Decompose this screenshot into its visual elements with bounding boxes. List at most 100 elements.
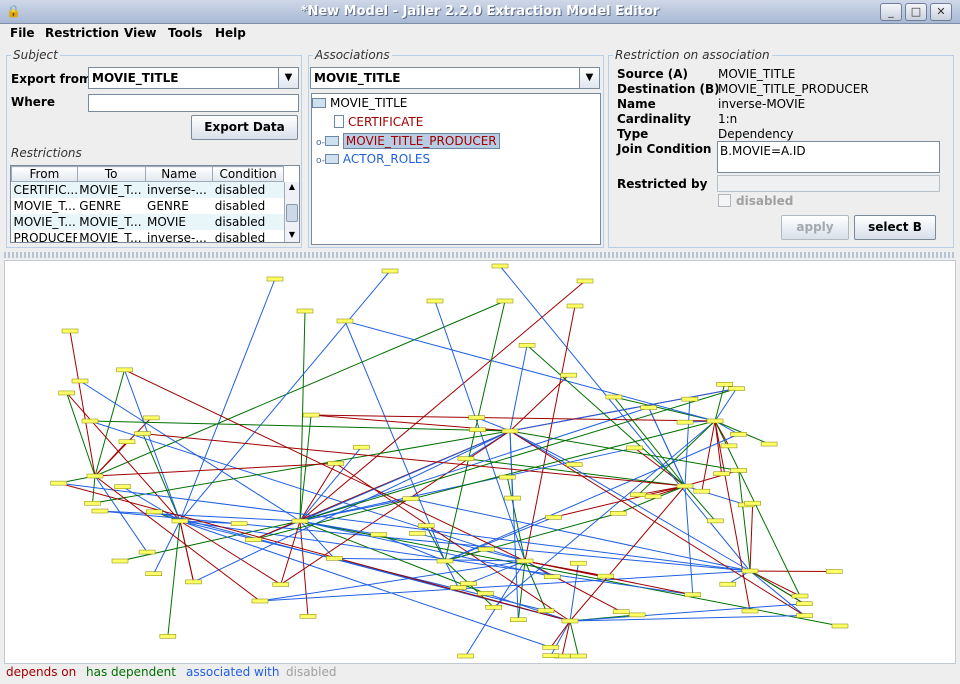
- graph-node[interactable]: [469, 427, 486, 432]
- graph-node[interactable]: [516, 558, 534, 564]
- table-row[interactable]: PRODUCER MOVIE_T... inverse-... disabled: [12, 230, 284, 243]
- graph-node[interactable]: [91, 508, 109, 514]
- menu-tools[interactable]: Tools: [168, 26, 202, 40]
- graph-node[interactable]: [744, 500, 761, 506]
- graph-node[interactable]: [81, 418, 99, 424]
- expand-icon[interactable]: o-: [316, 138, 325, 148]
- graph-node[interactable]: [460, 581, 477, 586]
- graph-node[interactable]: [171, 518, 189, 524]
- graph-node[interactable]: [565, 462, 583, 467]
- graph-node[interactable]: [436, 558, 454, 564]
- menu-file[interactable]: File: [10, 26, 35, 40]
- graph-node[interactable]: [116, 367, 133, 373]
- association-graph[interactable]: [4, 260, 956, 664]
- table-row[interactable]: MOVIE_T... GENRE GENRE disabled: [12, 198, 284, 214]
- graph-node[interactable]: [118, 439, 136, 445]
- graph-node[interactable]: [504, 495, 521, 501]
- graph-node[interactable]: [570, 653, 587, 659]
- graph-node[interactable]: [71, 378, 89, 384]
- splitter[interactable]: [4, 252, 956, 258]
- graph-node[interactable]: [831, 623, 849, 629]
- graph-node[interactable]: [327, 461, 345, 466]
- graph-node[interactable]: [560, 372, 577, 378]
- graph-node[interactable]: [676, 483, 694, 489]
- join-condition-field[interactable]: B.MOVIE=A.ID: [717, 141, 940, 173]
- graph-node[interactable]: [417, 523, 435, 528]
- graph-node[interactable]: [741, 608, 759, 614]
- graph-node[interactable]: [426, 298, 444, 304]
- minimize-icon[interactable]: _: [880, 3, 902, 21]
- graph-node[interactable]: [795, 601, 813, 606]
- graph-node[interactable]: [145, 571, 162, 577]
- graph-node[interactable]: [741, 568, 759, 574]
- graph-node[interactable]: [628, 612, 646, 618]
- graph-node[interactable]: [491, 263, 509, 269]
- graph-node[interactable]: [353, 444, 370, 450]
- scroll-up-icon[interactable]: ▲: [285, 182, 299, 194]
- export-data-button[interactable]: Export Data: [191, 115, 298, 140]
- graph-node[interactable]: [597, 573, 614, 579]
- graph-node[interactable]: [381, 268, 399, 274]
- graph-node[interactable]: [644, 494, 662, 499]
- maximize-icon[interactable]: □: [905, 3, 927, 21]
- graph-node[interactable]: [566, 303, 584, 309]
- graph-node[interactable]: [50, 480, 68, 486]
- tree-node-actor-roles[interactable]: o- ACTOR_ROLES: [316, 152, 430, 166]
- graph-node[interactable]: [266, 276, 284, 282]
- graph-node[interactable]: [299, 614, 317, 619]
- menu-view[interactable]: View: [124, 26, 156, 40]
- graph-node[interactable]: [537, 608, 555, 613]
- table-row[interactable]: MOVIE_T... MOVIE_T... MOVIE disabled: [11, 213, 284, 230]
- graph-node[interactable]: [61, 328, 79, 334]
- graph-node[interactable]: [760, 441, 778, 447]
- scroll-down-icon[interactable]: ▼: [285, 230, 299, 242]
- col-condition[interactable]: Condition: [212, 166, 284, 182]
- graph-node[interactable]: [272, 582, 290, 587]
- graph-node[interactable]: [544, 574, 561, 579]
- graph-node[interactable]: [684, 592, 702, 597]
- graph-node[interactable]: [576, 278, 594, 284]
- graph-node[interactable]: [146, 509, 163, 515]
- graph-node[interactable]: [477, 591, 494, 596]
- export-from-combo[interactable]: MOVIE_TITLE ▼: [88, 67, 299, 89]
- graph-node[interactable]: [245, 537, 262, 542]
- table-row[interactable]: CERTIFIC... MOVIE_T... inverse-... disabled: [11, 181, 284, 198]
- menu-help[interactable]: Help: [215, 26, 246, 40]
- graph-node[interactable]: [730, 432, 747, 437]
- graph-node[interactable]: [510, 617, 527, 623]
- graph-node[interactable]: [730, 468, 747, 473]
- col-from[interactable]: From: [11, 166, 78, 182]
- graph-node[interactable]: [676, 419, 694, 425]
- graph-node[interactable]: [402, 496, 420, 501]
- graph-node[interactable]: [478, 546, 495, 552]
- graph-node[interactable]: [84, 500, 101, 506]
- graph-node[interactable]: [570, 560, 587, 566]
- graph-node[interactable]: [138, 549, 156, 555]
- graph-node[interactable]: [409, 531, 426, 536]
- graph-node[interactable]: [450, 585, 467, 590]
- graph-node[interactable]: [114, 484, 131, 489]
- graph-node[interactable]: [693, 488, 711, 494]
- restricted-by-field[interactable]: [717, 175, 940, 192]
- graph-node[interactable]: [605, 394, 623, 400]
- graph-node[interactable]: [518, 342, 536, 348]
- graph-node[interactable]: [796, 613, 813, 618]
- table-scrollbar[interactable]: ▲ ▼: [284, 182, 299, 242]
- graph-node[interactable]: [716, 381, 733, 387]
- graph-node[interactable]: [501, 428, 519, 434]
- graph-node[interactable]: [561, 618, 579, 624]
- graph-node[interactable]: [630, 492, 647, 497]
- graph-node[interactable]: [542, 645, 560, 650]
- graph-node[interactable]: [610, 511, 627, 516]
- graph-node[interactable]: [457, 456, 475, 461]
- graph-node[interactable]: [111, 558, 129, 564]
- graph-node[interactable]: [326, 556, 343, 561]
- graph-node[interactable]: [58, 390, 75, 396]
- graph-node[interactable]: [457, 653, 474, 659]
- expand-icon[interactable]: o-: [316, 156, 325, 166]
- graph-node[interactable]: [612, 609, 630, 614]
- graph-node[interactable]: [791, 593, 809, 599]
- scroll-thumb[interactable]: [286, 204, 298, 222]
- graph-node[interactable]: [336, 318, 354, 324]
- tree-node-certificate[interactable]: CERTIFICATE: [334, 115, 423, 129]
